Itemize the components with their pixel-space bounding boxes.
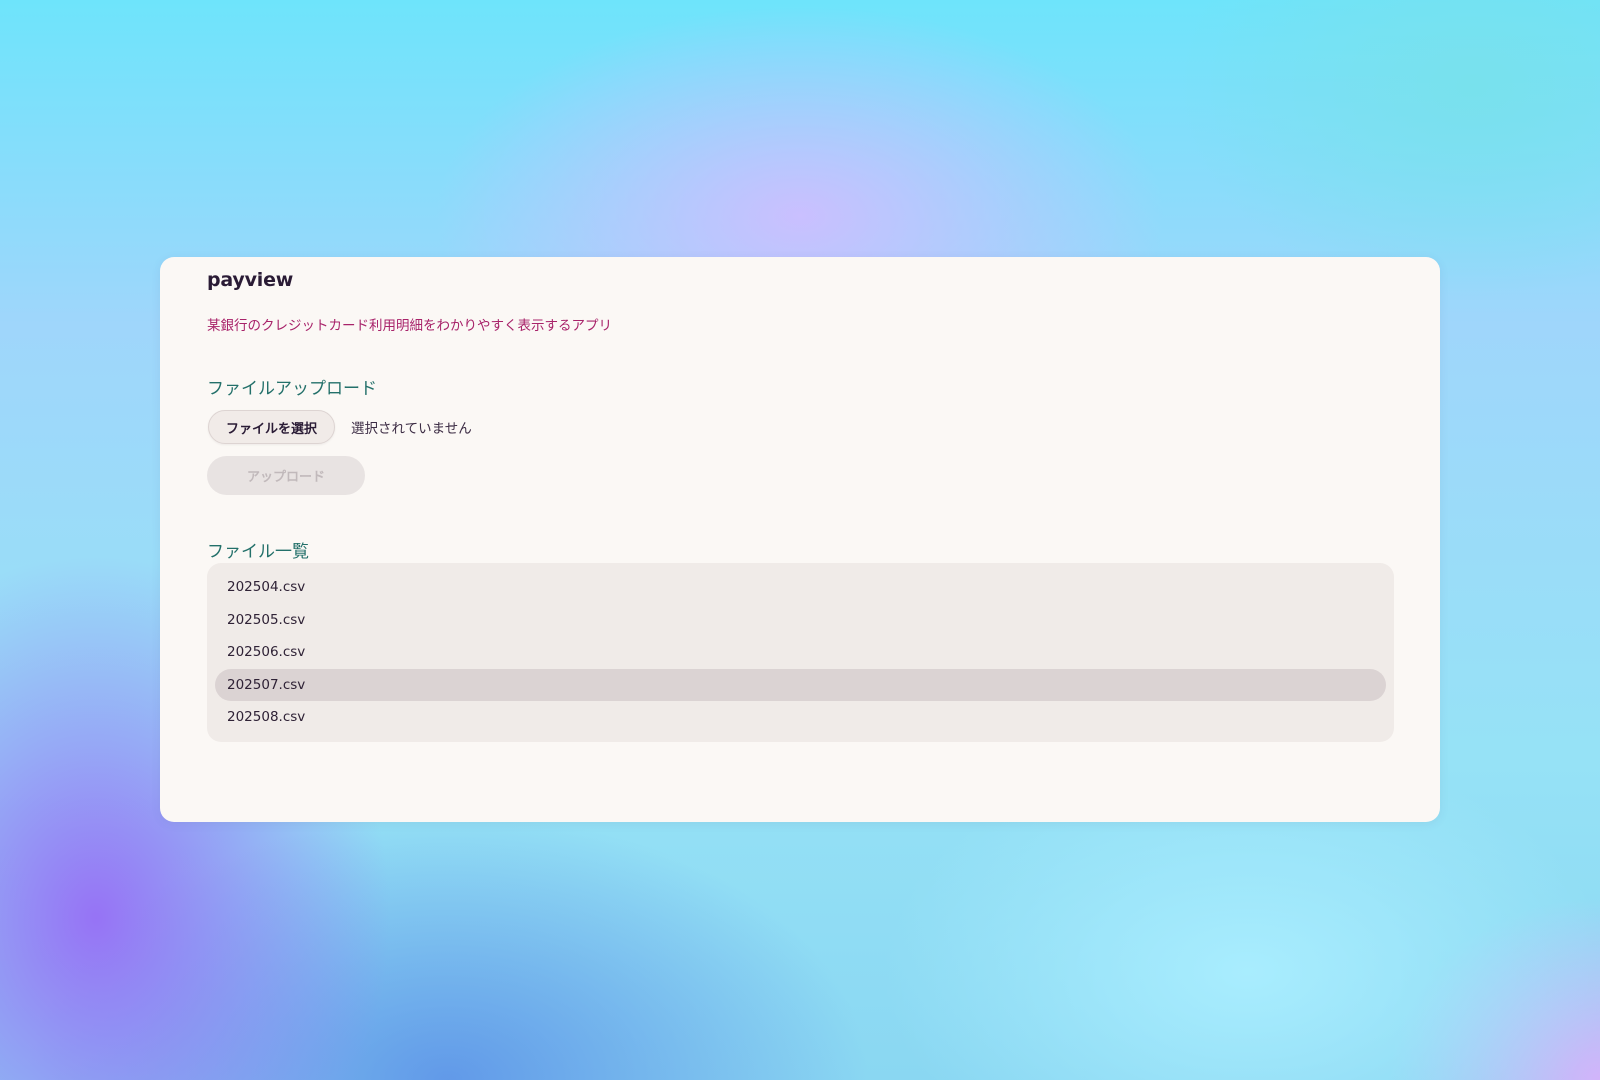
app-title: payview	[207, 269, 294, 291]
upload-button[interactable]: アップロード	[207, 456, 365, 495]
file-list-item[interactable]: 202508.csv	[215, 701, 1386, 734]
file-list-title: ファイル一覧	[207, 542, 309, 562]
choose-file-button[interactable]: ファイルを選択	[208, 410, 336, 444]
no-file-selected-text: 選択されていません	[351, 421, 472, 437]
upload-section-title: ファイルアップロード	[207, 379, 377, 399]
file-list-item[interactable]: 202504.csv	[215, 571, 1386, 604]
file-list-item[interactable]: 202507.csv	[215, 668, 1386, 702]
file-list: 202504.csv 202505.csv 202506.csv 202507.…	[207, 563, 1394, 742]
file-input[interactable]: ファイルを選択 選択されていません	[208, 410, 472, 444]
file-list-item[interactable]: 202506.csv	[215, 636, 1386, 669]
app-subtitle: 某銀行のクレジットカード利用明細をわかりやすく表示するアプリ	[207, 318, 612, 334]
file-list-item[interactable]: 202505.csv	[215, 604, 1386, 637]
main-card: payview 某銀行のクレジットカード利用明細をわかりやすく表示するアプリ フ…	[160, 257, 1440, 822]
